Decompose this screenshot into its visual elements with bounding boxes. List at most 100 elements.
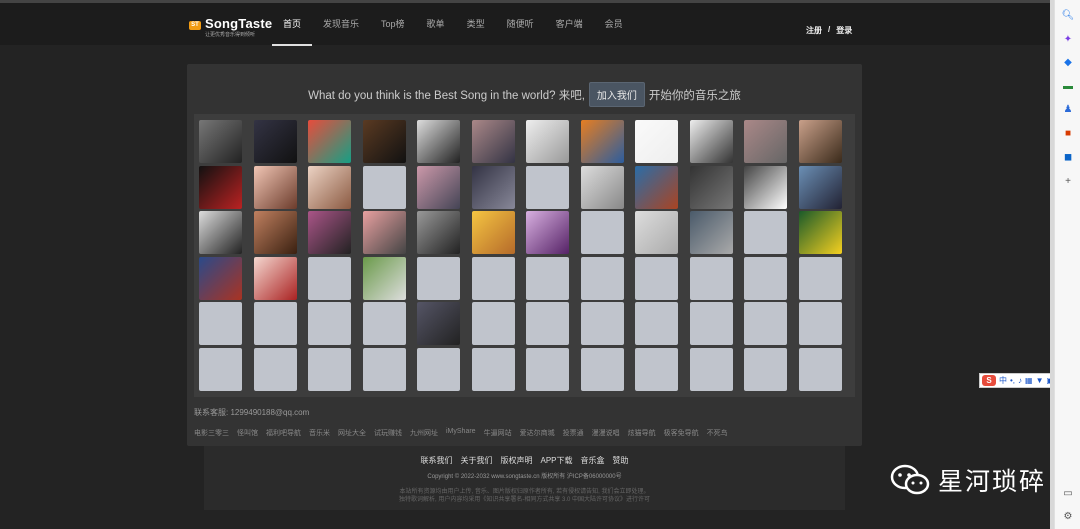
user-avatar[interactable] — [199, 120, 242, 163]
ime-lang[interactable]: 中 — [999, 375, 1007, 386]
avatar-placeholder[interactable] — [417, 256, 460, 300]
user-avatar[interactable] — [471, 211, 515, 254]
avatar-placeholder[interactable] — [526, 256, 569, 300]
user-avatar[interactable] — [308, 211, 351, 254]
friend-link[interactable]: 投票通 — [563, 428, 584, 438]
avatar-placeholder[interactable] — [526, 347, 569, 391]
friend-link[interactable]: 试玩赚钱 — [374, 428, 402, 438]
avatar-placeholder[interactable] — [308, 347, 351, 391]
user-avatar[interactable] — [798, 120, 842, 163]
user-avatar[interactable] — [253, 165, 297, 209]
avatar-placeholder[interactable] — [744, 256, 787, 300]
user-avatar[interactable] — [253, 256, 297, 300]
user-avatar[interactable] — [798, 211, 842, 254]
nav-item-0[interactable]: 首页 — [272, 3, 313, 46]
sidebar-toggle-icon[interactable]: ▭ — [1061, 486, 1075, 500]
ime-mic-icon[interactable]: ♪ — [1018, 376, 1022, 385]
avatar-placeholder[interactable] — [580, 347, 624, 391]
avatar-placeholder[interactable] — [580, 302, 624, 345]
register-link[interactable]: 注册 — [806, 25, 822, 36]
friend-link[interactable]: 九州网址 — [410, 428, 438, 438]
site-logo[interactable]: ST SongTaste 让更优秀音乐得到倾听 — [189, 17, 272, 38]
avatar-placeholder[interactable] — [526, 165, 569, 209]
user-avatar[interactable] — [362, 120, 406, 163]
avatar-placeholder[interactable] — [417, 347, 460, 391]
avatar-placeholder[interactable] — [744, 302, 787, 345]
ime-keyboard-icon[interactable]: ▦ — [1025, 376, 1033, 385]
nav-item-2[interactable]: Top榜 — [370, 3, 416, 45]
ime-skin-icon[interactable]: ▼ — [1036, 376, 1044, 385]
user-avatar[interactable] — [744, 120, 787, 163]
footer-link[interactable]: APP下载 — [540, 455, 572, 466]
friend-link[interactable]: 牛逼网站 — [484, 428, 512, 438]
nav-item-5[interactable]: 随便听 — [496, 3, 545, 45]
avatar-placeholder[interactable] — [744, 211, 787, 254]
user-avatar[interactable] — [417, 211, 460, 254]
avatar-placeholder[interactable] — [798, 347, 842, 391]
user-avatar[interactable] — [308, 165, 351, 209]
tag-icon[interactable]: ◆ — [1061, 55, 1075, 69]
avatar-placeholder[interactable] — [689, 256, 733, 300]
friend-link[interactable]: 炫猫导航 — [628, 428, 656, 438]
avatar-placeholder[interactable] — [199, 302, 242, 345]
nav-item-6[interactable]: 客户端 — [545, 3, 594, 45]
friend-link[interactable]: 不死鸟 — [707, 428, 728, 438]
user-avatar[interactable] — [580, 165, 624, 209]
user-avatar[interactable] — [635, 165, 678, 209]
user-avatar[interactable] — [689, 165, 733, 209]
footer-link[interactable]: 联系我们 — [420, 455, 452, 466]
user-avatar[interactable] — [362, 256, 406, 300]
nav-item-4[interactable]: 类型 — [456, 3, 496, 45]
avatar-placeholder[interactable] — [798, 302, 842, 345]
user-avatar[interactable] — [253, 211, 297, 254]
user-avatar[interactable] — [744, 165, 787, 209]
user-avatar[interactable] — [199, 165, 242, 209]
avatar-placeholder[interactable] — [253, 347, 297, 391]
user-avatar[interactable] — [526, 211, 569, 254]
avatar-placeholder[interactable] — [635, 347, 678, 391]
avatar-placeholder[interactable] — [253, 302, 297, 345]
copilot-sparkle-icon[interactable]: ✦ — [1061, 32, 1075, 46]
avatar-placeholder[interactable] — [635, 302, 678, 345]
friend-link[interactable]: 网址大全 — [338, 428, 366, 438]
friend-link[interactable]: iMyShare — [446, 428, 476, 438]
user-avatar[interactable] — [253, 120, 297, 163]
avatar-placeholder[interactable] — [471, 347, 515, 391]
avatar-placeholder[interactable] — [635, 256, 678, 300]
avatar-placeholder[interactable] — [798, 256, 842, 300]
avatar-placeholder[interactable] — [308, 256, 351, 300]
user-avatar[interactable] — [199, 211, 242, 254]
avatar-placeholder[interactable] — [526, 302, 569, 345]
footer-link[interactable]: 关于我们 — [460, 455, 492, 466]
toolbox-icon[interactable]: ▬ — [1061, 79, 1075, 93]
add-icon[interactable]: + — [1061, 174, 1075, 188]
user-avatar[interactable] — [308, 120, 351, 163]
avatar-placeholder[interactable] — [744, 347, 787, 391]
footer-link[interactable]: 音乐盒 — [581, 455, 605, 466]
friend-link[interactable]: 音乐米 — [309, 428, 330, 438]
avatar-placeholder[interactable] — [362, 165, 406, 209]
user-avatar[interactable] — [471, 165, 515, 209]
user-avatar[interactable] — [689, 120, 733, 163]
nav-item-1[interactable]: 发现音乐 — [312, 3, 370, 45]
user-avatar[interactable] — [580, 120, 624, 163]
user-avatar[interactable] — [635, 120, 678, 163]
avatar-placeholder[interactable] — [308, 302, 351, 345]
outlook-icon[interactable]: ◼ — [1061, 150, 1075, 164]
footer-link[interactable]: 赞助 — [613, 455, 629, 466]
avatar-placeholder[interactable] — [362, 302, 406, 345]
avatar-placeholder[interactable] — [471, 302, 515, 345]
footer-link[interactable]: 版权声明 — [500, 455, 532, 466]
avatar-placeholder[interactable] — [580, 256, 624, 300]
user-avatar[interactable] — [471, 120, 515, 163]
user-avatar[interactable] — [635, 211, 678, 254]
games-icon[interactable]: ♟ — [1061, 102, 1075, 116]
avatar-placeholder[interactable] — [471, 256, 515, 300]
user-avatar[interactable] — [417, 120, 460, 163]
avatar-placeholder[interactable] — [689, 302, 733, 345]
join-button[interactable]: 加入我们 — [588, 82, 645, 107]
user-avatar[interactable] — [199, 256, 242, 300]
friend-link[interactable]: 福利吧导航 — [266, 428, 301, 438]
friend-link[interactable]: 漫漫说唱 — [592, 428, 620, 438]
user-avatar[interactable] — [798, 165, 842, 209]
